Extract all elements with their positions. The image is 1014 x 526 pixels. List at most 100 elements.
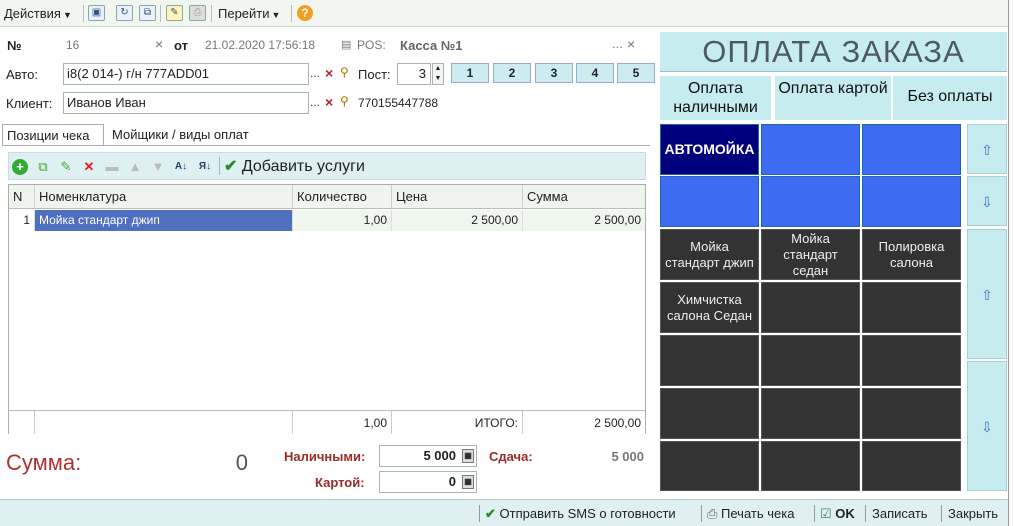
- category-scroll-up-icon[interactable]: ⇧: [967, 124, 1007, 174]
- ok-button[interactable]: ☑ OK: [820, 504, 855, 523]
- row-sum[interactable]: 2 500,00: [523, 210, 645, 231]
- post-button-4[interactable]: 4: [576, 63, 614, 83]
- column-header-quantity[interactable]: Количество: [293, 185, 392, 209]
- column-header-nomenclature[interactable]: Номенклатура: [35, 185, 293, 209]
- footer-quantity: 1,00: [293, 410, 392, 434]
- copy-icon[interactable]: ⧉: [139, 5, 156, 21]
- items-table: N Номенклатура Количество Цена Сумма 1 М…: [8, 184, 646, 434]
- sort-desc-icon[interactable]: Я↓: [197, 159, 213, 175]
- client-select-button[interactable]: ...: [310, 95, 320, 109]
- post-stepper[interactable]: ▲ ▼: [432, 63, 444, 85]
- print-receipt-button[interactable]: ⎙ Печать чека: [707, 504, 794, 523]
- auto-search-icon[interactable]: ⚲: [340, 65, 349, 79]
- category-tile[interactable]: [761, 124, 860, 175]
- service-tile[interactable]: Мойка стандарт седан: [761, 229, 860, 280]
- category-tile[interactable]: [660, 176, 759, 227]
- post-button-2[interactable]: 2: [493, 63, 531, 83]
- save-button[interactable]: Записать: [872, 504, 928, 523]
- move-up-icon[interactable]: ▲: [127, 159, 143, 175]
- service-tile[interactable]: Химчистка салона Седан: [660, 282, 759, 333]
- print-receipt-label: Печать чека: [721, 506, 795, 521]
- row-quantity[interactable]: 1,00: [293, 210, 392, 231]
- send-sms-button[interactable]: ✔ Отправить SMS о готовности: [485, 504, 676, 523]
- column-header-price[interactable]: Цена: [392, 185, 523, 209]
- delete-icon[interactable]: ✕: [81, 159, 97, 175]
- actions-menu[interactable]: Действия ▼: [4, 4, 72, 23]
- calculator-icon[interactable]: ▦: [462, 475, 474, 489]
- category-tile[interactable]: [862, 176, 961, 227]
- copy-row-icon[interactable]: ⧉: [35, 159, 51, 175]
- service-tile[interactable]: Полировка салона: [862, 229, 961, 280]
- edit-icon[interactable]: ✎: [58, 159, 74, 175]
- tab-washers-payment-types[interactable]: Мойщики / виды оплат: [108, 124, 263, 146]
- client-search-icon[interactable]: ⚲: [340, 94, 349, 108]
- add-services-label: Добавить услуги: [241, 158, 365, 175]
- cash-value: 5 000: [423, 448, 456, 463]
- clear-pos-icon[interactable]: ×: [627, 36, 635, 52]
- window-edge: [1008, 0, 1014, 526]
- category-tile[interactable]: [761, 176, 860, 227]
- service-tile[interactable]: Мойка стандарт джип: [660, 229, 759, 280]
- service-tile[interactable]: [761, 335, 860, 386]
- footer-cell: [9, 410, 35, 434]
- service-tile[interactable]: [761, 441, 860, 491]
- post-button-1[interactable]: 1: [451, 63, 489, 83]
- service-tile[interactable]: [660, 335, 759, 386]
- services-scroll-down-icon[interactable]: ⇩: [967, 361, 1007, 491]
- card-field[interactable]: 0 ▦: [379, 471, 477, 493]
- pay-card-button[interactable]: Оплата картой: [775, 76, 891, 120]
- calculator-icon[interactable]: ▦: [462, 449, 474, 463]
- question-icon[interactable]: ?: [297, 5, 313, 21]
- sort-asc-icon[interactable]: A↓: [173, 159, 189, 175]
- cash-label: Наличными:: [284, 449, 366, 464]
- pos-select-button[interactable]: ...: [612, 36, 623, 51]
- refresh-icon[interactable]: ↻: [116, 5, 133, 21]
- toolbar-separator: [941, 505, 942, 522]
- column-header-n[interactable]: N: [9, 185, 35, 209]
- tab-receipt-items[interactable]: Позиции чека: [2, 124, 104, 146]
- pay-cash-button[interactable]: Оплата наличными: [660, 76, 771, 120]
- row-name[interactable]: Мойка стандарт джип: [35, 210, 293, 231]
- save-row-icon[interactable]: ▬: [104, 159, 120, 175]
- client-clear-icon[interactable]: ×: [325, 94, 333, 110]
- post-button-5[interactable]: 5: [617, 63, 655, 83]
- category-car-wash[interactable]: АВТОМОЙКА: [660, 124, 759, 175]
- change-value: 5 000: [611, 449, 644, 464]
- services-scroll-up-icon[interactable]: ⇧: [967, 229, 1007, 359]
- service-tile[interactable]: [862, 388, 961, 439]
- auto-field[interactable]: i8(2 014-) г/н 777ADD01: [63, 63, 309, 85]
- client-field[interactable]: Иванов Иван: [63, 92, 309, 114]
- no-payment-button[interactable]: Без оплаты: [893, 76, 1007, 120]
- checkmark-icon: ✔: [224, 158, 238, 175]
- service-tile[interactable]: [660, 441, 759, 491]
- service-tile[interactable]: [862, 441, 961, 491]
- save-icon[interactable]: ▣: [88, 5, 105, 21]
- items-toolbar: + ⧉ ✎ ✕ ▬ ▲ ▼ A↓ Я↓ ✔ Добавить услуги: [8, 152, 646, 180]
- post-field[interactable]: 3: [397, 63, 431, 85]
- post-button-3[interactable]: 3: [535, 63, 573, 83]
- cash-field[interactable]: 5 000 ▦: [379, 445, 477, 467]
- service-tile[interactable]: [761, 282, 860, 333]
- add-services-button[interactable]: ✔ Добавить услуги: [224, 156, 365, 178]
- goto-menu[interactable]: Перейти ▼: [218, 4, 280, 23]
- chevron-down-icon: ▼: [271, 10, 281, 20]
- service-tile[interactable]: [660, 388, 759, 439]
- column-header-sum[interactable]: Сумма: [523, 185, 645, 209]
- toolbar-separator: [701, 505, 702, 522]
- auto-select-button[interactable]: ...: [310, 66, 320, 80]
- print-disabled-icon[interactable]: ⎙: [189, 5, 206, 21]
- add-icon[interactable]: +: [12, 159, 28, 175]
- category-scroll-down-icon[interactable]: ⇩: [967, 176, 1007, 226]
- card-label: Картой:: [315, 475, 365, 490]
- service-tile[interactable]: [862, 282, 961, 333]
- auto-clear-icon[interactable]: ×: [325, 65, 333, 81]
- service-tile[interactable]: [761, 388, 860, 439]
- close-button[interactable]: Закрыть: [948, 504, 998, 523]
- clear-number-icon[interactable]: ×: [155, 36, 163, 52]
- row-price[interactable]: 2 500,00: [392, 210, 523, 231]
- category-tile[interactable]: [862, 124, 961, 175]
- move-down-icon[interactable]: ▼: [150, 159, 166, 175]
- toolbar-separator: [865, 505, 866, 522]
- service-tile[interactable]: [862, 335, 961, 386]
- document-icon[interactable]: ✎: [166, 5, 183, 21]
